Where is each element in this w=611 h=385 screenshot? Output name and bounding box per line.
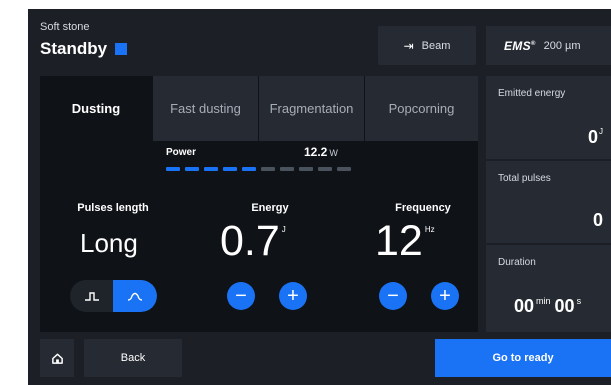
pulses-length-label: Pulses length (77, 202, 149, 214)
tab-dusting[interactable]: Dusting (40, 76, 152, 141)
short-pulse-option[interactable] (70, 280, 113, 312)
fiber-size: 200 µm (543, 39, 581, 52)
energy-unit: J (281, 225, 286, 234)
duration-tile: Duration 00 min 00 s (486, 245, 611, 332)
frequency-value-group: 12 Hz (375, 217, 435, 266)
total-pulses-value: 0 (592, 210, 603, 230)
back-button[interactable]: Back (84, 339, 182, 377)
mode-tabs: Dusting Fast dusting Fragmentation Popco… (40, 76, 478, 141)
frequency-unit: Hz (424, 225, 435, 234)
energy-label: Energy (251, 202, 289, 214)
total-pulses-label: Total pulses (498, 173, 551, 184)
arrow-right-to-bar-icon: ⇥ (403, 38, 414, 53)
power-segment (204, 167, 218, 171)
status-indicator-icon (115, 43, 128, 55)
ems-logo: EMS® (504, 38, 536, 53)
power-value: 12.2 W (304, 145, 338, 159)
power-segment (223, 167, 237, 171)
beam-label: Beam (421, 39, 451, 52)
mode-subtitle: Soft stone (40, 21, 90, 33)
emitted-energy-tile: Emitted energy 0J (486, 76, 611, 159)
tab-popcorning[interactable]: Popcorning (364, 76, 478, 141)
long-pulse-icon (127, 292, 143, 301)
energy-decrease-button[interactable]: − (227, 282, 255, 310)
go-to-ready-button[interactable]: Go to ready (435, 339, 611, 377)
pulses-length-value: Long (80, 228, 138, 258)
power-segment (280, 167, 294, 171)
frequency-value: 12 (375, 217, 423, 265)
pulses-length-toggle (70, 280, 157, 312)
long-pulse-option[interactable] (113, 280, 157, 312)
total-pulses-tile: Total pulses 0 (486, 161, 611, 243)
energy-increase-button[interactable]: + (279, 282, 307, 310)
energy-value: 0.7 (220, 217, 280, 265)
power-label: Power (166, 147, 197, 158)
fiber-info: EMS® 200 µm (486, 26, 611, 65)
power-segment (337, 167, 351, 171)
emitted-energy-label: Emitted energy (498, 88, 566, 99)
tab-fragmentation[interactable]: Fragmentation (258, 76, 364, 141)
laser-control-screen: Soft stone Standby ⇥ Beam EMS® 200 µm Du… (28, 9, 611, 385)
duration-label: Duration (498, 257, 536, 268)
home-button[interactable] (40, 339, 74, 377)
power-segment (299, 167, 313, 171)
power-level-bar (166, 167, 351, 171)
energy-value-group: 0.7 J (220, 217, 286, 266)
home-icon (51, 353, 63, 364)
short-pulse-icon (84, 292, 99, 301)
mode-title: Standby (40, 39, 128, 59)
tab-fast-dusting[interactable]: Fast dusting (152, 76, 258, 141)
settings-panel: Dusting Fast dusting Fragmentation Popco… (40, 76, 478, 332)
power-segment (185, 167, 199, 171)
mode-title-text: Standby (40, 39, 108, 58)
power-segment (261, 167, 275, 171)
power-segment (318, 167, 332, 171)
power-segment (166, 167, 180, 171)
frequency-increase-button[interactable]: + (431, 282, 459, 310)
duration-value: 00 min 00 s (514, 296, 582, 316)
beam-button[interactable]: ⇥ Beam (378, 26, 476, 65)
emitted-energy-value: 0J (587, 127, 603, 147)
frequency-decrease-button[interactable]: − (379, 282, 407, 310)
frequency-label: Frequency (395, 202, 451, 214)
power-segment (242, 167, 256, 171)
